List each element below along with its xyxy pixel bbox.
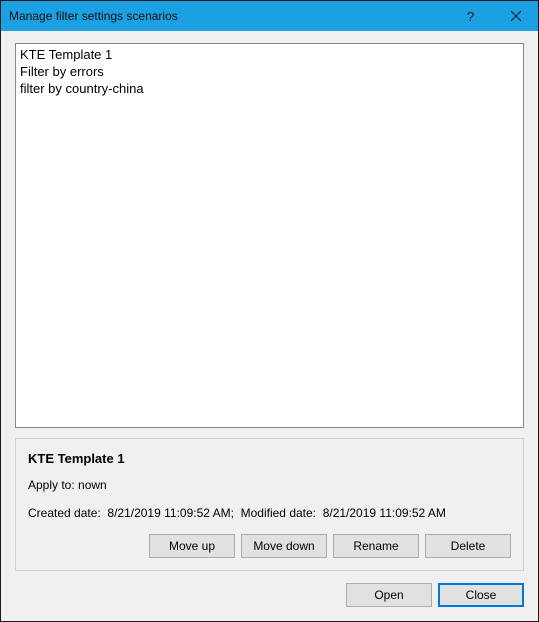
titlebar: Manage filter settings scenarios ? <box>1 1 538 31</box>
list-item[interactable]: KTE Template 1 <box>20 46 519 63</box>
help-icon: ? <box>467 9 474 24</box>
scenarios-listbox[interactable]: KTE Template 1 Filter by errors filter b… <box>15 43 524 428</box>
window-title: Manage filter settings scenarios <box>9 9 448 23</box>
details-title: KTE Template 1 <box>28 451 511 466</box>
close-button[interactable]: Close <box>438 583 524 607</box>
dialog-window: Manage filter settings scenarios ? KTE T… <box>0 0 539 622</box>
list-item[interactable]: Filter by errors <box>20 63 519 80</box>
bottom-button-row: Open Close <box>15 581 524 607</box>
created-date-value: 8/21/2019 11:09:52 AM <box>107 506 230 520</box>
apply-to-value: nown <box>78 478 107 492</box>
move-down-button[interactable]: Move down <box>241 534 327 558</box>
close-window-button[interactable] <box>493 1 538 31</box>
close-icon <box>511 9 521 24</box>
rename-button[interactable]: Rename <box>333 534 419 558</box>
help-button[interactable]: ? <box>448 1 493 31</box>
details-apply: Apply to: nown <box>28 478 511 492</box>
created-date-label: Created date: <box>28 506 101 520</box>
list-item[interactable]: filter by country-china <box>20 80 519 97</box>
delete-button[interactable]: Delete <box>425 534 511 558</box>
details-button-row: Move up Move down Rename Delete <box>28 534 511 558</box>
modified-date-label: Modified date: <box>241 506 316 520</box>
titlebar-controls: ? <box>448 1 538 31</box>
apply-to-label: Apply to: <box>28 478 75 492</box>
modified-date-value: 8/21/2019 11:09:52 AM <box>323 506 446 520</box>
move-up-button[interactable]: Move up <box>149 534 235 558</box>
details-panel: KTE Template 1 Apply to: nown Created da… <box>15 438 524 571</box>
open-button[interactable]: Open <box>346 583 432 607</box>
dialog-content: KTE Template 1 Filter by errors filter b… <box>1 31 538 621</box>
details-dates: Created date: 8/21/2019 11:09:52 AM; Mod… <box>28 506 511 520</box>
